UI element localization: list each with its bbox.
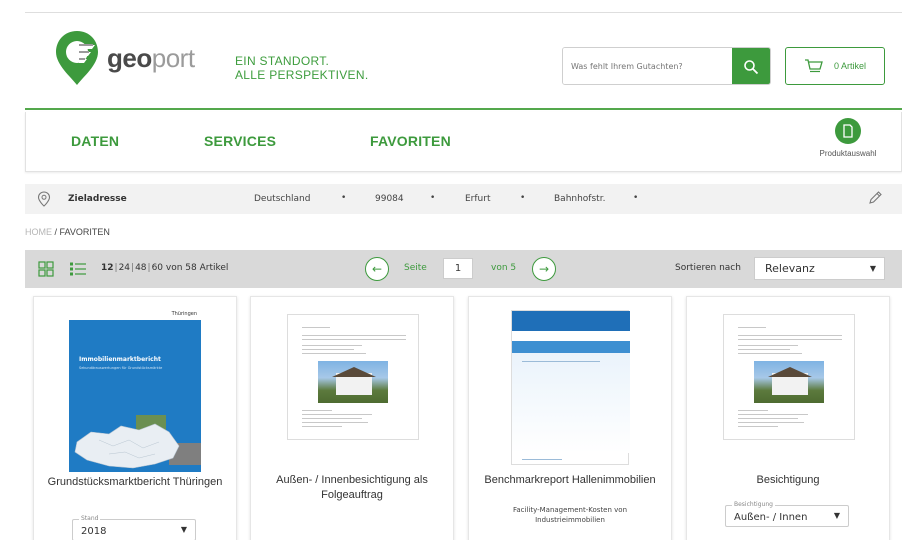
select-value: 2018 (81, 526, 107, 537)
slogan-line-1: EIN STANDORT. (235, 54, 330, 68)
breadcrumb: HOME / FAVORITEN (25, 227, 110, 237)
main-navigation: DATEN SERVICES FAVORITEN Produktauswahl (25, 112, 902, 172)
house-photo (754, 361, 824, 403)
arrow-left-icon: ← (371, 262, 383, 276)
location-pin-icon (37, 191, 51, 211)
arrow-right-icon: → (538, 262, 550, 276)
logo-wordmark: geoport (107, 43, 195, 74)
cart-label: 0 Artikel (833, 61, 866, 71)
page-label: Seite (404, 263, 427, 273)
product-card[interactable]: Außen- / Innenbesichtigung als Folgeauft… (250, 296, 454, 540)
report-thumbnail (511, 310, 630, 465)
geoport-logo[interactable]: geoport (51, 27, 195, 89)
document-thumbnail (723, 314, 855, 440)
page-total: von 5 (491, 263, 517, 273)
next-page-button[interactable]: → (532, 257, 556, 281)
cart-button[interactable]: 0 Artikel (785, 47, 885, 85)
card-title[interactable]: Außen- / Innenbesichtigung als Folgeauft… (251, 473, 453, 503)
address-city: Erfurt (465, 194, 491, 204)
select-legend: Stand (79, 515, 101, 522)
house-photo (318, 361, 388, 403)
product-selection-button[interactable]: Produktauswahl (808, 118, 888, 158)
search-input[interactable] (563, 48, 732, 84)
previous-page-button[interactable]: ← (365, 257, 389, 281)
caret-down-icon: ▼ (180, 525, 187, 534)
logo-bold: geo (107, 42, 152, 73)
cover-heading: Immobilienmarktbericht (79, 356, 161, 363)
pencil-icon (869, 191, 882, 204)
results-toolbar: 12|24|48|60 von 58 Artikel ← Seite 1 von… (25, 250, 902, 288)
slogan-line-2: ALLE PERSPEKTIVEN. (235, 68, 369, 82)
card-title[interactable]: Besichtigung (687, 473, 889, 488)
product-card[interactable]: Benchmarkreport Hallenimmobilien Facilit… (468, 296, 672, 540)
breadcrumb-current: FAVORITEN (59, 227, 110, 237)
address-separator: • (633, 193, 639, 203)
search-icon (744, 60, 759, 75)
inspection-type-select[interactable]: Besichtigung Außen- / Innen ▼ (725, 501, 849, 527)
site-header: geoport EIN STANDORT. ALLE PERSPEKTIVEN.… (25, 12, 902, 110)
document-thumbnail (287, 314, 419, 440)
sort-select[interactable]: Relevanz ▼ (754, 257, 885, 280)
address-zip: 99084 (375, 194, 404, 204)
edit-address-button[interactable] (867, 190, 883, 210)
search-button[interactable] (732, 48, 770, 84)
year-select[interactable]: Stand 2018 ▼ (72, 515, 196, 540)
per-page-24[interactable]: 24 (119, 263, 130, 273)
address-country: Deutschland (254, 194, 311, 204)
target-address-bar: Zieladresse Deutschland • 99084 • Erfurt… (25, 184, 902, 214)
address-separator: • (341, 193, 347, 203)
nav-services[interactable]: SERVICES (204, 133, 276, 149)
breadcrumb-home[interactable]: HOME (25, 227, 52, 237)
logo-light: port (151, 42, 195, 73)
sort-label: Sortieren nach (675, 263, 741, 273)
cover-thumbnail: Thüringen Immobilienmarktbericht Sekundä… (69, 310, 201, 472)
product-card[interactable]: Thüringen Immobilienmarktbericht Sekundä… (33, 296, 237, 540)
select-value: Außen- / Innen (734, 512, 808, 523)
slogan: EIN STANDORT. ALLE PERSPEKTIVEN. (235, 54, 368, 82)
cover-subheading: Sekundärauswertungen für Grundstücksmärk… (79, 366, 163, 370)
card-subtitle: Facility-Management-Kosten von Industrie… (512, 506, 628, 524)
thuringia-map-icon (74, 423, 180, 469)
caret-down-icon: ▼ (833, 511, 840, 520)
breadcrumb-separator: / (52, 227, 60, 237)
product-selection-label: Produktauswahl (819, 149, 877, 158)
list-view-icon[interactable] (69, 261, 87, 281)
cart-icon (804, 59, 823, 73)
card-title[interactable]: Benchmarkreport Hallenimmobilien (469, 473, 671, 488)
address-label: Zieladresse (68, 194, 127, 204)
nav-favoriten[interactable]: FAVORITEN (370, 133, 451, 149)
per-page-48[interactable]: 48 (135, 263, 146, 273)
search-box (562, 47, 771, 85)
caret-down-icon: ▼ (869, 264, 876, 273)
cover-brand: Thüringen (171, 311, 197, 317)
address-separator: • (520, 193, 526, 203)
select-legend: Besichtigung (732, 501, 775, 508)
sort-value: Relevanz (765, 262, 815, 275)
product-card[interactable]: Besichtigung Besichtigung Außen- / Innen… (686, 296, 890, 540)
address-street: Bahnhofstr. (554, 194, 606, 204)
nav-daten[interactable]: DATEN (71, 133, 119, 149)
per-page-selector: 12|24|48|60 von 58 Artikel (101, 263, 229, 273)
article-count: von 58 Artikel (165, 263, 229, 273)
page-number-input[interactable]: 1 (443, 258, 473, 279)
address-separator: • (430, 193, 436, 203)
per-page-60[interactable]: 60 (152, 263, 163, 273)
per-page-12[interactable]: 12 (101, 263, 114, 273)
product-selection-icon (835, 118, 861, 144)
grid-view-icon[interactable] (38, 261, 54, 281)
card-title[interactable]: Grundstücksmarktbericht Thüringen (34, 475, 236, 490)
map-pin-logo-icon (51, 27, 103, 89)
